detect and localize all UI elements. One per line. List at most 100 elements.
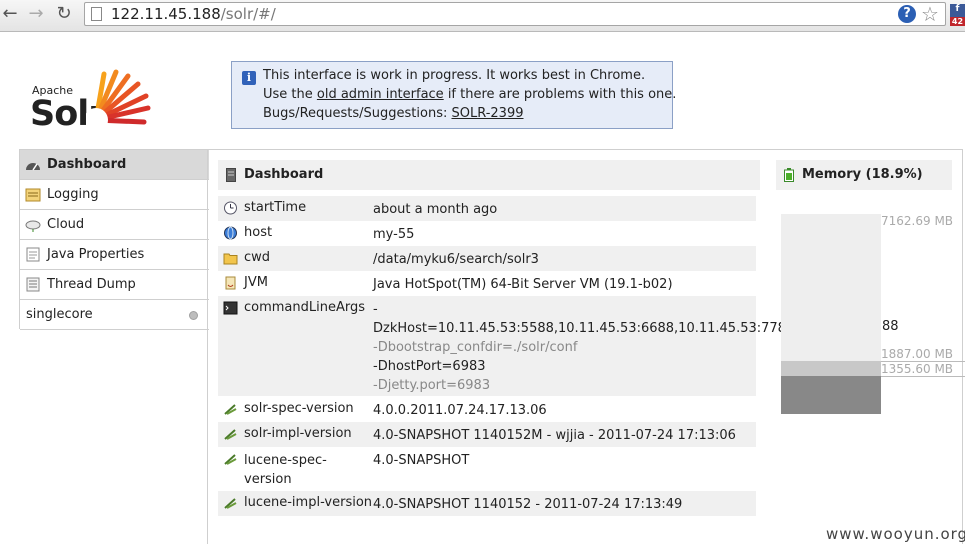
dashboard-header: Dashboard <box>218 160 760 190</box>
notice-line-3-pre: Bugs/Requests/Suggestions: <box>263 106 452 121</box>
url-host: 122.11.45.188 <box>111 5 221 23</box>
memory-header: Memory (18.9%) <box>776 160 952 190</box>
sidebar-item-label: Dashboard <box>47 157 127 172</box>
battery-icon <box>784 168 794 182</box>
server-icon <box>226 168 236 182</box>
info-value: Java HotSpot(TM) 64-Bit Server VM (19.1-… <box>373 277 673 292</box>
cloud-icon <box>25 220 41 232</box>
memory-max-label: 7162.69 MB <box>881 214 954 228</box>
memory-used-label: 1355.60 MB <box>881 362 954 376</box>
help-icon[interactable]: ? <box>898 5 916 23</box>
info-key: solr-impl-version <box>244 426 352 441</box>
info-value: about a month ago <box>373 202 498 217</box>
info-key: solr-spec-version <box>244 401 354 416</box>
info-row-commandlineargs: commandLineArgs - DzkHost=10.11.45.53:55… <box>218 296 794 396</box>
java-properties-icon <box>26 247 40 262</box>
work-in-progress-notice: i This interface is work in progress. It… <box>231 61 676 129</box>
memory-total-label: 1887.00 MB <box>881 347 954 361</box>
solr-sun-icon <box>86 69 151 132</box>
logging-icon <box>25 188 41 202</box>
arg-line: -Djetty.port=6983 <box>373 378 491 393</box>
sidebar-item-cloud[interactable]: Cloud <box>20 210 209 240</box>
sidebar-item-label: Thread Dump <box>47 277 136 292</box>
info-row-host: host my-55 <box>218 221 756 246</box>
browser-toolbar: ← → ↻ 122.11.45.188/solr/#/ ? ☆ f 42 <box>0 0 965 32</box>
sidebar-item-label: Java Properties <box>47 247 145 262</box>
address-bar[interactable]: 122.11.45.188/solr/#/ ? ☆ <box>84 2 946 26</box>
arg-line: -Dbootstrap_confdir=./solr/conf <box>373 340 578 355</box>
info-row-jvm: JVM Java HotSpot(TM) 64-Bit Server VM (1… <box>218 271 756 296</box>
sidebar-item-label: Logging <box>47 187 99 202</box>
url-text[interactable]: 122.11.45.188/solr/#/ <box>111 5 276 23</box>
info-key-line: lucene-spec- <box>244 453 327 468</box>
solr-version-icon <box>224 404 237 415</box>
sidebar-item-label: Cloud <box>47 217 85 232</box>
info-value: 4.0.0.2011.07.24.17.13.06 <box>373 403 547 418</box>
notice-line-2-post: if there are problems with this one. <box>443 87 677 102</box>
info-row-lucene-impl-version: lucene-impl-version 4.0-SNAPSHOT 1140152… <box>218 491 756 516</box>
info-key: cwd <box>244 250 271 265</box>
sidebar-item-logging[interactable]: Logging <box>20 180 209 210</box>
sidebar-item-java-properties[interactable]: Java Properties <box>20 240 209 270</box>
dashboard-icon <box>26 163 40 171</box>
info-row-solr-impl-version: solr-impl-version 4.0-SNAPSHOT 1140152M … <box>218 422 756 447</box>
url-path: /solr/#/ <box>220 5 276 23</box>
thread-dump-icon <box>26 277 40 292</box>
extension-count: 42 <box>950 17 965 26</box>
extension-letter: f <box>955 4 960 14</box>
memory-title: Memory (18.9%) <box>802 167 923 182</box>
watermark: www.wooyun.org <box>826 525 965 543</box>
notice-line-1: This interface is work in progress. It w… <box>263 68 646 83</box>
lucene-version-icon <box>224 454 237 465</box>
info-value: my-55 <box>373 227 415 242</box>
forward-arrow-icon[interactable]: → <box>26 4 46 24</box>
info-key: JVM <box>244 275 268 290</box>
info-key-line: version <box>244 472 292 487</box>
command-line-args-list: - DzkHost=10.11.45.53:5588,10.11.45.53:6… <box>373 300 794 395</box>
core-name-label: singlecore <box>26 307 93 322</box>
sidebar-core-singlecore[interactable]: singlecore <box>20 300 209 330</box>
solr-admin-page: ← → ↻ 122.11.45.188/solr/#/ ? ☆ f 42 Apac… <box>0 0 965 544</box>
info-value: 4.0-SNAPSHOT 1140152 - 2011-07-24 17:13:… <box>373 497 683 512</box>
core-status-dot-icon <box>189 311 198 320</box>
java-icon <box>225 276 236 290</box>
bookmark-star-icon[interactable]: ☆ <box>921 2 939 26</box>
arg-line: DzkHost=10.11.45.53:5588,10.11.45.53:668… <box>373 321 795 336</box>
info-key: lucene-impl-version <box>244 495 373 510</box>
sidebar-item-dashboard[interactable]: Dashboard <box>20 150 209 180</box>
info-value: 4.0-SNAPSHOT <box>373 453 470 468</box>
sidebar-item-thread-dump[interactable]: Thread Dump <box>20 270 209 300</box>
reload-icon[interactable]: ↻ <box>54 4 74 24</box>
arg-line: -DhostPort=6983 <box>373 359 486 374</box>
info-key: host <box>244 225 273 240</box>
globe-icon <box>224 226 237 240</box>
info-value: /data/myku6/search/solr3 <box>373 252 539 267</box>
terminal-icon <box>223 301 238 315</box>
notice-line-2: Use the old admin interface if there are… <box>263 87 676 102</box>
notice-line-2-pre: Use the <box>263 87 317 102</box>
info-key: startTime <box>244 200 307 215</box>
info-icon: i <box>242 71 256 85</box>
folder-icon <box>223 253 238 265</box>
solr-logo[interactable]: Apache Solr <box>30 68 160 134</box>
info-row-cwd: cwd /data/myku6/search/solr3 <box>218 246 756 271</box>
arg-line: - <box>373 302 378 317</box>
info-key: commandLineArgs <box>244 300 366 315</box>
clock-icon <box>224 201 237 215</box>
dashboard-title: Dashboard <box>244 167 324 182</box>
info-key: lucene-spec- version <box>244 451 327 489</box>
info-row-starttime: startTime about a month ago <box>218 196 756 221</box>
arg-overflow-text: 88 <box>882 319 899 334</box>
old-admin-interface-link[interactable]: old admin interface <box>317 87 444 102</box>
info-value: 4.0-SNAPSHOT 1140152M - wjjia - 2011-07-… <box>373 428 736 443</box>
info-row-lucene-spec-version: lucene-spec- version 4.0-SNAPSHOT <box>218 447 756 491</box>
solr-version-icon <box>224 429 237 440</box>
extension-icon[interactable]: f 42 <box>950 4 965 26</box>
info-row-solr-spec-version: solr-spec-version 4.0.0.2011.07.24.17.13… <box>218 397 756 422</box>
memory-used-bar <box>781 376 881 414</box>
lucene-version-icon <box>224 498 237 509</box>
solr-2399-link[interactable]: SOLR-2399 <box>451 106 523 121</box>
page-icon <box>91 7 102 21</box>
back-arrow-icon[interactable]: ← <box>0 4 20 24</box>
notice-line-3: Bugs/Requests/Suggestions: SOLR-2399 <box>263 106 524 121</box>
